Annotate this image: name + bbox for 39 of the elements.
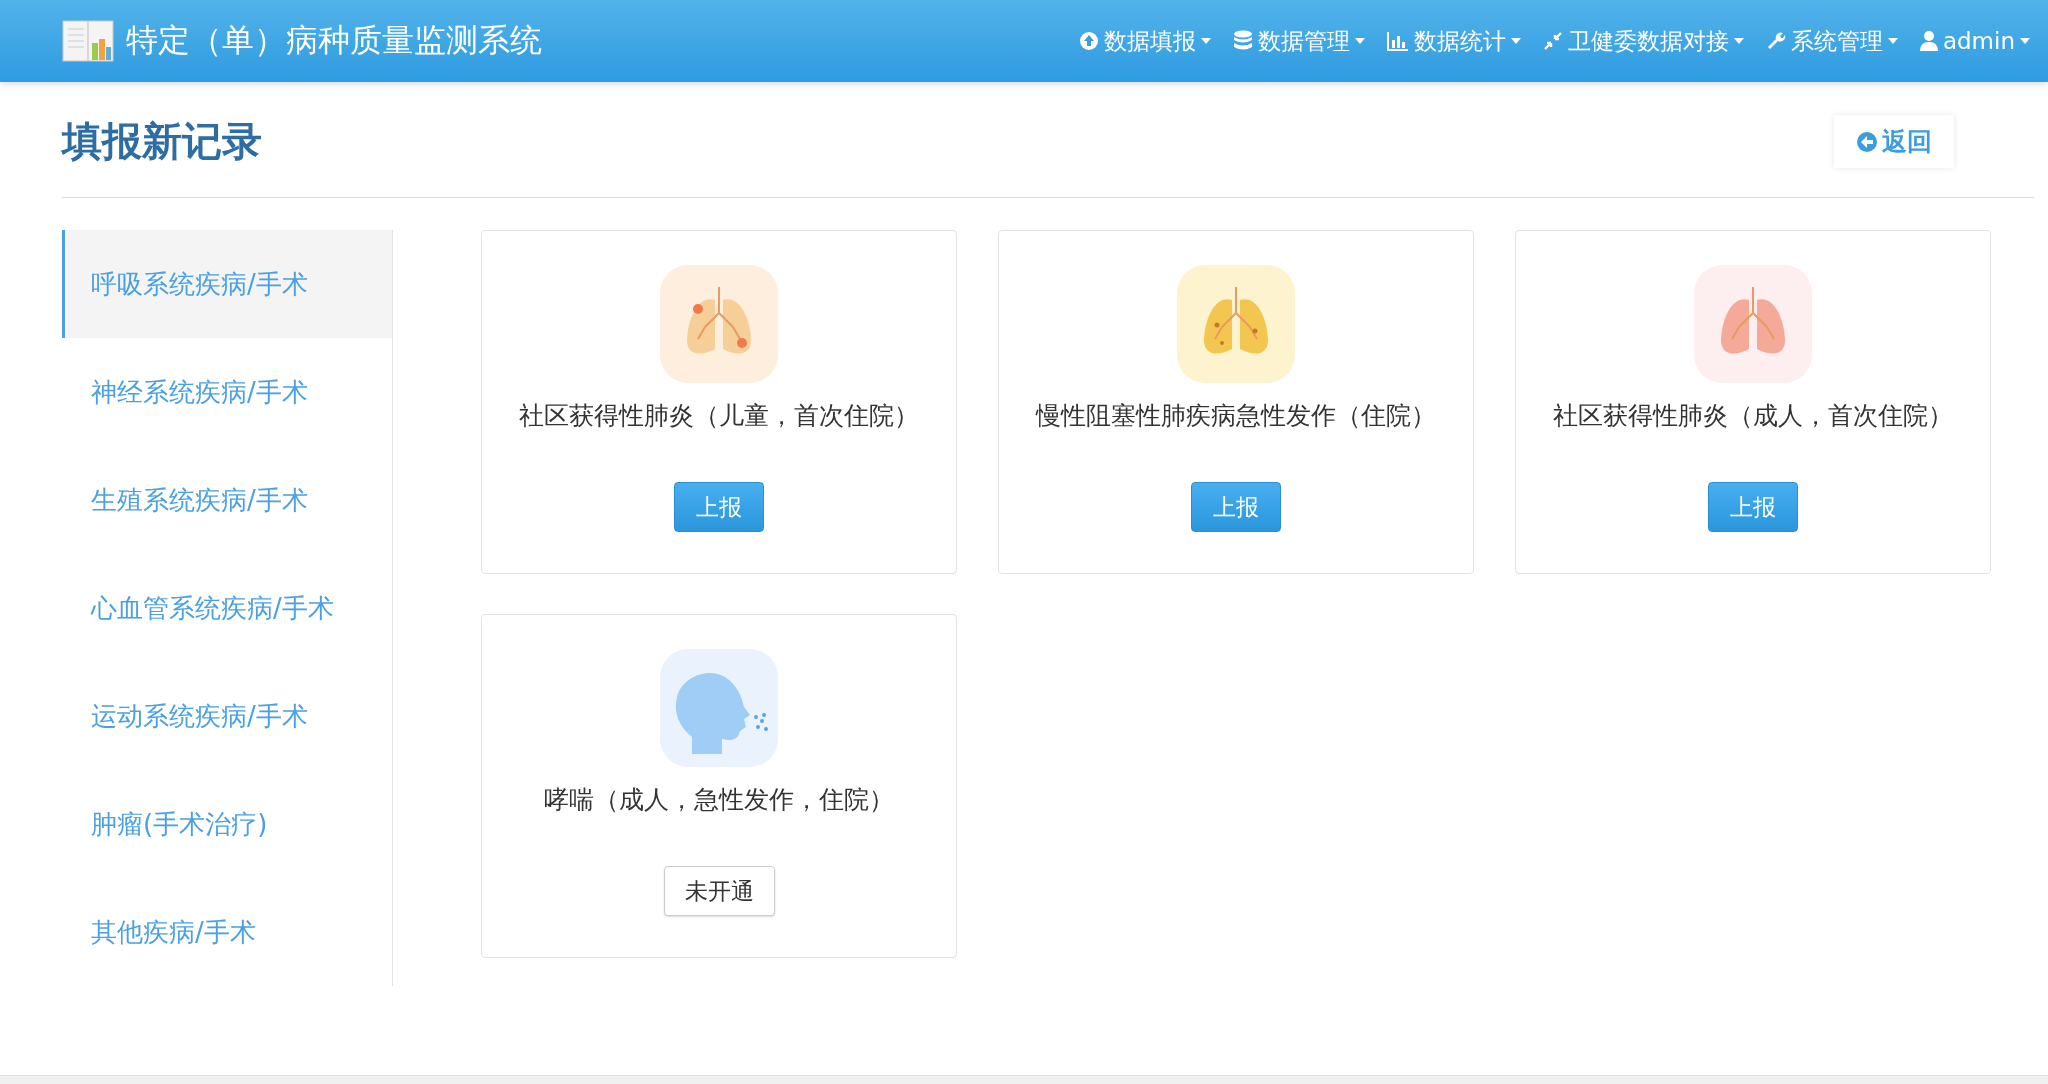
database-icon xyxy=(1232,30,1253,52)
spotted-lungs-icon xyxy=(1177,265,1295,383)
caret-icon xyxy=(2020,38,2030,44)
nav-menu-item[interactable]: admin xyxy=(1911,20,2038,62)
sidebar-item[interactable]: 其他疾病/手术 xyxy=(62,878,392,986)
upload-icon xyxy=(1078,31,1099,51)
caret-icon xyxy=(1200,38,1211,44)
nav-menu-item[interactable]: 卫健委数据对接 xyxy=(1534,17,1752,65)
report-button[interactable]: 上报 xyxy=(1708,482,1798,532)
sidebar-item[interactable]: 神经系统疾病/手术 xyxy=(62,338,392,446)
sidebar-item[interactable]: 生殖系统疾病/手术 xyxy=(62,446,392,554)
nav-menu-item[interactable]: 数据统计 xyxy=(1378,17,1529,65)
sidebar-item[interactable]: 肿瘤(手术治疗) xyxy=(62,770,392,878)
report-button[interactable]: 上报 xyxy=(674,482,764,532)
back-button[interactable]: 返回 xyxy=(1834,115,1954,168)
caret-icon xyxy=(1887,38,1898,44)
book-chart-icon xyxy=(62,19,114,63)
nav-menu-item[interactable]: 系统管理 xyxy=(1757,17,1906,65)
lungs-icon xyxy=(1694,265,1812,383)
caret-icon xyxy=(1354,38,1365,44)
coughing-head-icon xyxy=(660,649,778,767)
disease-name: 社区获得性肺炎（儿童，首次住院） xyxy=(519,400,919,432)
disease-name: 社区获得性肺炎（成人，首次住院） xyxy=(1553,400,1953,432)
sidebar-item[interactable]: 运动系统疾病/手术 xyxy=(62,662,392,770)
compress-arrows-icon xyxy=(1542,31,1563,51)
disease-name: 哮喘（成人，急性发作，住院） xyxy=(544,784,894,816)
sidebar-item[interactable]: 心血管系统疾病/手术 xyxy=(62,554,392,662)
nav-menu-item[interactable]: 数据填报 xyxy=(1070,17,1219,65)
disease-name: 慢性阻塞性肺疾病急性发作（住院） xyxy=(1036,400,1436,432)
page-title: 填报新记录 xyxy=(62,117,262,166)
report-button[interactable]: 上报 xyxy=(1191,482,1281,532)
caret-icon xyxy=(1510,38,1521,44)
caret-icon xyxy=(1733,38,1744,44)
lungs-with-germs-icon xyxy=(660,265,778,383)
app-title: 特定（单）病种质量监测系统 xyxy=(126,20,542,61)
sidebar-item[interactable]: 呼吸系统疾病/手术 xyxy=(62,230,392,338)
bar-chart-icon xyxy=(1386,31,1409,51)
user-icon xyxy=(1919,31,1938,51)
nav-menu-item[interactable]: 数据管理 xyxy=(1224,17,1373,65)
